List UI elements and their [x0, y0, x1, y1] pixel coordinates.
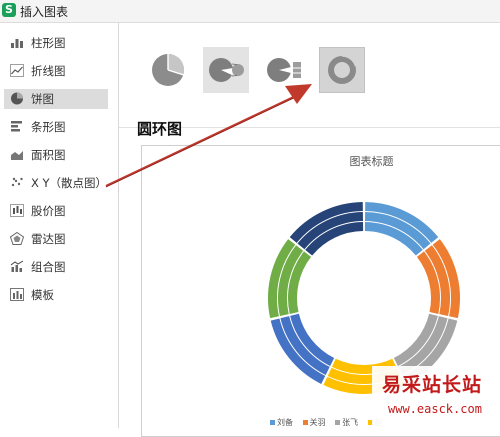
legend-swatch [270, 420, 275, 425]
combo-chart-icon [10, 260, 24, 272]
legend-item: 刘备 [270, 417, 293, 428]
window-title: 插入图表 [20, 5, 69, 19]
pie-chart-icon [11, 92, 23, 105]
sidebar-item-scatter[interactable]: X Y（散点图） [4, 173, 108, 193]
sidebar-item-label: 面积图 [31, 148, 66, 162]
pie-subtype-icon [152, 53, 185, 86]
sidebar-item-label: 股价图 [31, 204, 66, 218]
sidebar-item-combo[interactable]: 组合图 [4, 257, 108, 277]
sidebar-item-template[interactable]: 模板 [4, 285, 108, 305]
sidebar-item-label: 模板 [31, 288, 54, 302]
sidebar-item-column[interactable]: 柱形图 [4, 33, 108, 53]
sidebar-item-label: 条形图 [31, 120, 66, 134]
subtype-pie[interactable] [145, 47, 191, 93]
area-chart-icon [11, 151, 23, 160]
stock-chart-icon [10, 204, 24, 217]
title-bar: S 插入图表 [0, 0, 500, 23]
template-icon [10, 288, 24, 301]
doughnut-subtype-icon [328, 55, 357, 84]
legend-label: 张飞 [342, 418, 359, 427]
watermark-text: 易采站长站 [382, 374, 483, 396]
legend-label: 刘备 [277, 418, 293, 427]
subtype-doughnut[interactable] [319, 47, 365, 93]
bar-of-pie-subtype-icon [267, 58, 301, 82]
line-chart-icon [10, 64, 24, 77]
sidebar-item-label: 折线图 [31, 64, 66, 78]
app-logo-icon: S [2, 3, 16, 17]
legend-label: 关羽 [309, 418, 326, 427]
subtype-pie-of-pie[interactable] [203, 47, 249, 93]
watermark: 易采站长站 www.easck.com [372, 366, 500, 428]
legend-swatch [335, 420, 341, 425]
radar-chart-icon [9, 231, 25, 245]
sidebar-item-radar[interactable]: 雷达图 [4, 229, 108, 249]
column-chart-icon [11, 39, 23, 48]
sidebar-item-label: X Y（散点图） [31, 176, 108, 190]
sidebar-item-line[interactable]: 折线图 [4, 61, 108, 81]
sidebar-item-label: 柱形图 [31, 36, 66, 50]
sidebar-item-label: 雷达图 [31, 232, 66, 246]
chart-title: 图表标题 [349, 155, 394, 168]
bar-chart-icon [11, 121, 22, 132]
watermark-url: www.easck.com [388, 402, 482, 416]
sidebar-item-label: 组合图 [31, 260, 66, 274]
section-title: 圆环图 [137, 120, 183, 138]
sidebar-item-bar[interactable]: 条形图 [4, 117, 108, 137]
subtype-strip [119, 31, 500, 128]
chart-type-sidebar: 柱形图 折线图 饼图 条形图 面积图 X Y（散点图） 股价图 雷达图 组合图 … [0, 23, 119, 428]
legend-swatch [302, 420, 308, 425]
legend-item: 关羽 [302, 417, 326, 428]
sidebar-item-label: 饼图 [31, 92, 54, 106]
sidebar-item-stock[interactable]: 股价图 [4, 201, 108, 221]
scatter-chart-icon [11, 177, 23, 187]
sidebar-item-area[interactable]: 面积图 [4, 145, 108, 165]
pie-of-pie-subtype-icon [209, 58, 244, 82]
sidebar-item-pie[interactable]: 饼图 [4, 89, 108, 109]
subtype-bar-of-pie[interactable] [261, 47, 307, 93]
legend-item: 张飞 [335, 417, 358, 428]
